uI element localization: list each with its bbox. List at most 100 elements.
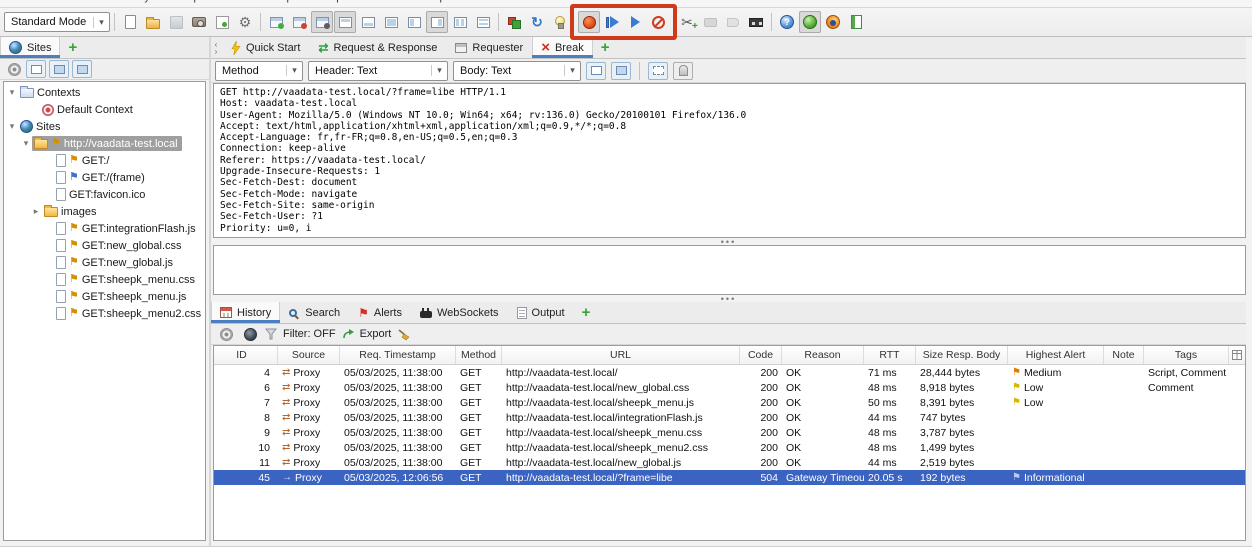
layout-bottom-button[interactable]	[357, 11, 379, 33]
new-session-button[interactable]	[119, 11, 141, 33]
open-session-button[interactable]	[142, 11, 164, 33]
menu-item[interactable]: File	[8, 0, 26, 3]
tree-node[interactable]: ⚑ GET:favicon.ico	[4, 186, 205, 203]
expander-icon[interactable]	[20, 138, 32, 149]
add-tab-button[interactable]: +	[593, 37, 618, 58]
help-button[interactable]: ?	[776, 11, 798, 33]
add-tab-button[interactable]: +	[574, 302, 599, 323]
export-context-button[interactable]	[72, 60, 92, 78]
tab-alerts[interactable]: ⚑ Alerts	[349, 302, 411, 323]
scope-filter-button[interactable]	[217, 325, 235, 343]
snapshot-button[interactable]	[188, 11, 210, 33]
tree-node[interactable]: ⚑ images	[4, 203, 205, 220]
check-for-updates-button[interactable]: ↻	[526, 11, 548, 33]
sites-filter-button[interactable]	[241, 325, 259, 343]
tree-node[interactable]: ⚑ Contexts	[4, 84, 205, 101]
tab-break[interactable]: × Break	[532, 37, 593, 58]
col-method[interactable]: Method	[456, 346, 502, 364]
request-headers-text[interactable]: GET http://vaadata-test.local/?frame=lib…	[214, 84, 1245, 237]
col-rtt[interactable]: RTT	[864, 346, 916, 364]
persist-session-button[interactable]	[211, 11, 233, 33]
tree-node[interactable]: ⚑ Default Context	[4, 101, 205, 118]
col-id[interactable]: ID	[214, 346, 278, 364]
menu-item[interactable]: Online	[373, 0, 405, 3]
export-label[interactable]: Export	[360, 328, 392, 340]
tree-node[interactable]: ⚑ GET:new_global.js	[4, 254, 205, 271]
col-source[interactable]: Source	[278, 346, 340, 364]
col-req-timestamp[interactable]: Req. Timestamp	[340, 346, 456, 364]
tree-node[interactable]: ⚑ Sites	[4, 118, 205, 135]
history-row[interactable]: 8 ⇄ Proxy 05/03/2025, 11:38:00 GET http:…	[214, 410, 1245, 425]
tab-quick-start[interactable]: Quick Start	[221, 37, 309, 58]
layout-right-button[interactable]	[426, 11, 448, 33]
record-zest-button[interactable]	[722, 11, 744, 33]
tab-scroll-chevrons[interactable]: ‹›	[211, 37, 221, 58]
tab-search[interactable]: Search	[280, 302, 349, 323]
header-view-select[interactable]: Header: Text ▾	[308, 61, 448, 81]
layout-single-view-button[interactable]	[586, 62, 606, 80]
tree-node[interactable]: ⚑ GET:sheepk_menu.css	[4, 271, 205, 288]
options-notebook-button[interactable]	[845, 11, 867, 33]
new-context-button[interactable]	[26, 60, 46, 78]
tab-request-response[interactable]: ⇄ Request & Response	[309, 37, 446, 58]
expander-icon[interactable]	[6, 121, 18, 132]
hints-button[interactable]	[549, 11, 571, 33]
close-windows-button[interactable]	[288, 11, 310, 33]
layout-full-button[interactable]	[380, 11, 402, 33]
layout-split-view-button[interactable]	[611, 62, 631, 80]
menu-item[interactable]: Tools	[231, 0, 257, 3]
menu-item[interactable]: Edit	[44, 0, 63, 3]
layout-rows-button[interactable]	[472, 11, 494, 33]
add-custom-break-button[interactable]: ✂	[676, 11, 698, 33]
expander-icon[interactable]	[30, 206, 42, 217]
request-body-splitter[interactable]: •••	[211, 238, 1246, 245]
menu-item[interactable]: View	[81, 0, 105, 3]
tree-node[interactable]: ⚑ GET:sheepk_menu2.css	[4, 305, 205, 322]
tab-sites[interactable]: Sites	[0, 37, 60, 58]
history-row[interactable]: 4 ⇄ Proxy 05/03/2025, 11:38:00 GET http:…	[214, 365, 1245, 380]
record-client-button[interactable]	[699, 11, 721, 33]
history-row[interactable]: 6 ⇄ Proxy 05/03/2025, 11:38:00 GET http:…	[214, 380, 1245, 395]
tab-output[interactable]: Output	[508, 302, 574, 323]
break-request-editor[interactable]: GET http://vaadata-test.local/?frame=lib…	[213, 83, 1246, 238]
workspace-splitter[interactable]: •••	[211, 295, 1246, 302]
history-row[interactable]: 9 ⇄ Proxy 05/03/2025, 11:38:00 GET http:…	[214, 425, 1245, 440]
menu-item[interactable]: Export	[323, 0, 355, 3]
menu-item[interactable]: Help	[423, 0, 446, 3]
tree-node[interactable]: ⚑ GET:/	[4, 152, 205, 169]
history-row[interactable]: 7 ⇄ Proxy 05/03/2025, 11:38:00 GET http:…	[214, 395, 1245, 410]
bin-break-button[interactable]	[647, 11, 669, 33]
tree-node[interactable]: ⚑ http://vaadata-test.local	[4, 135, 205, 152]
add-tab-button[interactable]: +	[60, 37, 85, 58]
tree-node[interactable]: ⚑ GET:sheepk_menu.js	[4, 288, 205, 305]
filter-funnel-icon[interactable]	[265, 328, 277, 340]
tab-history[interactable]: History	[211, 302, 280, 323]
col-highest-alert[interactable]: Highest Alert	[1008, 346, 1104, 364]
column-settings-button[interactable]	[1229, 346, 1245, 364]
menu-item[interactable]: Report	[180, 0, 213, 3]
syntax-highlight-button[interactable]	[673, 62, 693, 80]
tab-requester[interactable]: Requester	[446, 37, 532, 58]
broom-icon[interactable]	[397, 328, 411, 341]
history-row[interactable]: 10 ⇄ Proxy 05/03/2025, 11:38:00 GET http…	[214, 440, 1245, 455]
mode-selector[interactable]: Standard Mode ▾	[4, 12, 110, 32]
tab-websockets[interactable]: WebSockets	[411, 302, 508, 323]
options-button[interactable]: ⚙	[234, 11, 256, 33]
expander-icon[interactable]	[6, 87, 18, 98]
import-context-button[interactable]	[49, 60, 69, 78]
tree-node[interactable]: ⚑ GET:integrationFlash.js	[4, 220, 205, 237]
col-note[interactable]: Note	[1104, 346, 1144, 364]
col-url[interactable]: URL	[502, 346, 740, 364]
col-tags[interactable]: Tags	[1144, 346, 1229, 364]
show-components-button[interactable]	[503, 11, 525, 33]
menu-item[interactable]: Analyse	[122, 0, 161, 3]
open-browser-button[interactable]	[822, 11, 844, 33]
col-reason[interactable]: Reason	[782, 346, 864, 364]
body-view-select[interactable]: Body: Text ▾	[453, 61, 581, 81]
col-size-resp-body[interactable]: Size Resp. Body	[916, 346, 1008, 364]
layout-top-button[interactable]	[334, 11, 356, 33]
export-arrow-icon[interactable]	[342, 328, 354, 340]
method-select[interactable]: Method ▾	[215, 61, 303, 81]
tree-node[interactable]: ⚑ GET:/(frame)	[4, 169, 205, 186]
keyboard-button[interactable]	[745, 11, 767, 33]
